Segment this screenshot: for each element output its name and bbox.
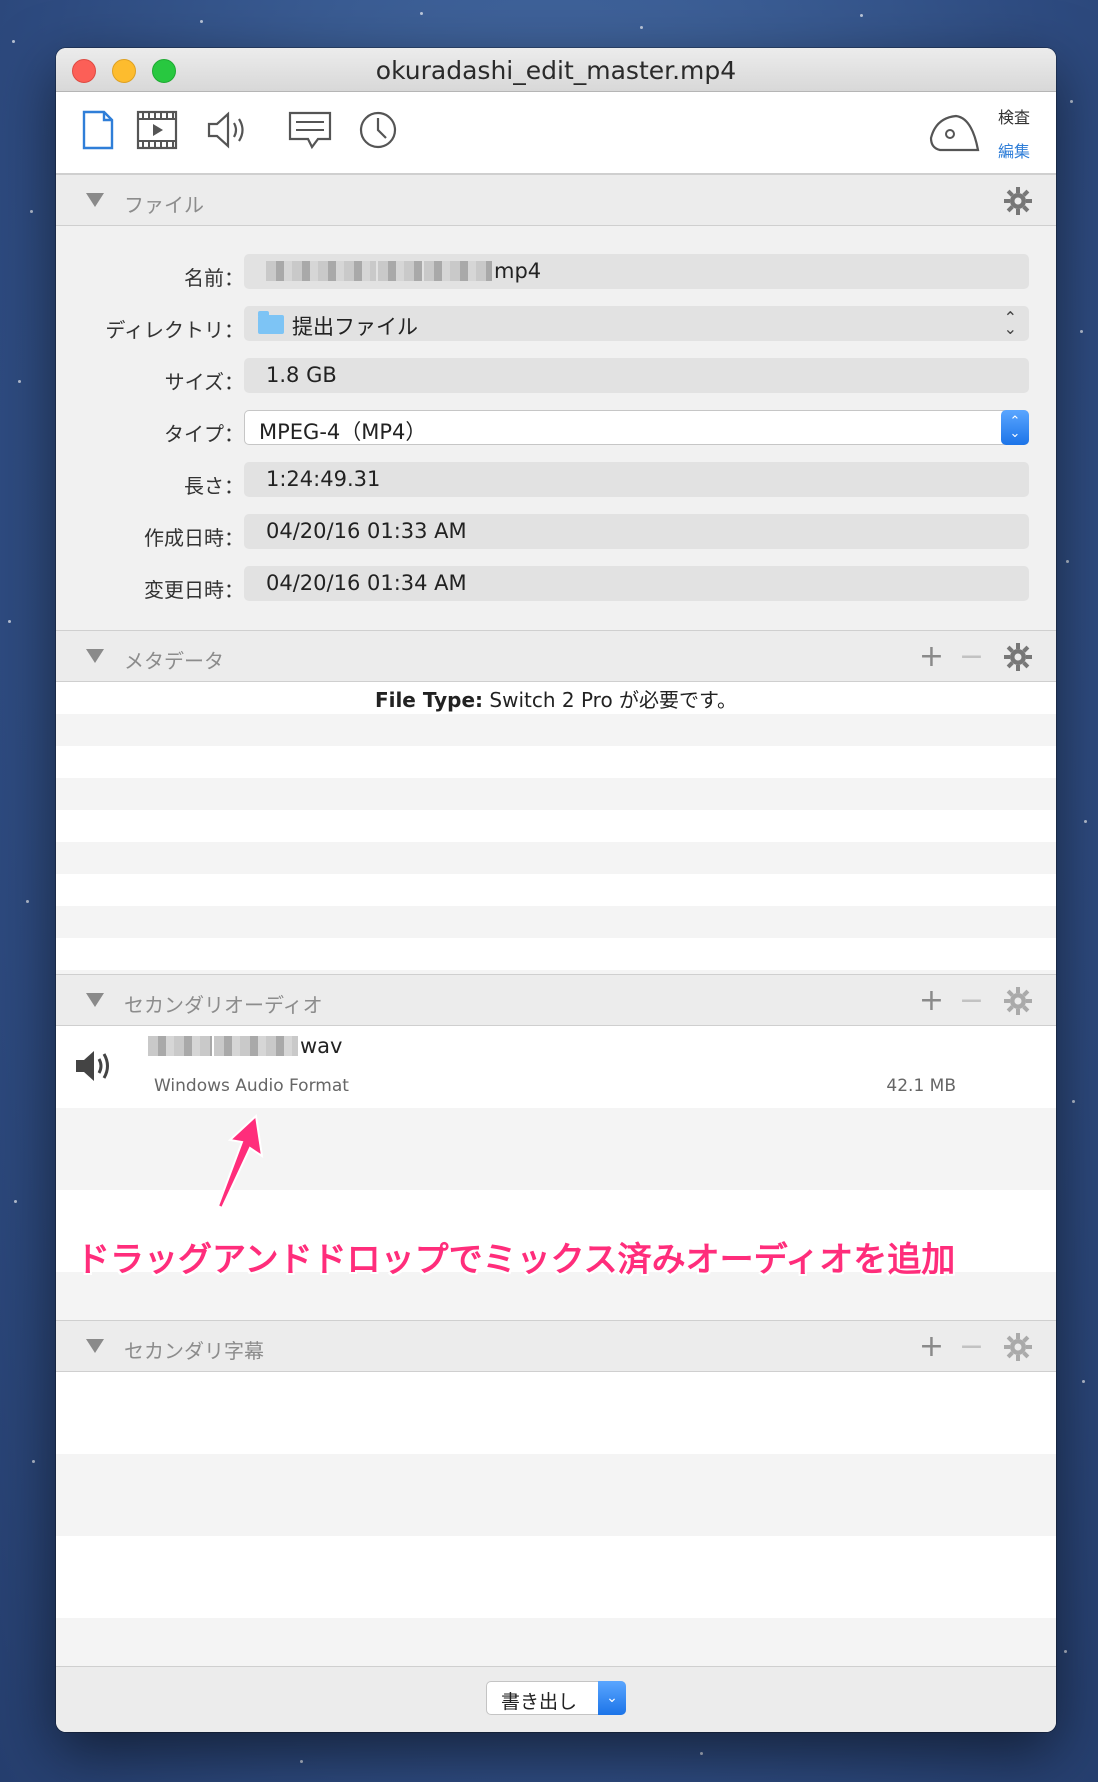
footer-bar: 書き出し ⌄ xyxy=(56,1666,1056,1732)
length-row: 長さ： 1:24:49.31 xyxy=(56,458,1056,510)
gear-icon[interactable] xyxy=(1004,987,1032,1019)
modified-row: 変更日時： 04/20/16 01:34 AM xyxy=(56,562,1056,614)
disclosure-triangle-icon[interactable] xyxy=(86,193,104,207)
secondary-audio-section-header[interactable]: セカンダリオーディオ + − xyxy=(56,974,1056,1026)
length-value: 1:24:49.31 xyxy=(244,462,1029,497)
gear-icon[interactable] xyxy=(1004,187,1032,219)
inspector-window: okuradashi_edit_master.mp4 検査 編集 ファイル 名前… xyxy=(56,48,1056,1732)
audio-file-size: 42.1 MB xyxy=(886,1076,956,1096)
disclosure-triangle-icon[interactable] xyxy=(86,993,104,1007)
created-row: 作成日時： 04/20/16 01:33 AM xyxy=(56,510,1056,562)
name-label: 名前： xyxy=(184,266,244,290)
audio-file-format: Windows Audio Format xyxy=(154,1076,349,1096)
gear-icon[interactable] xyxy=(1004,643,1032,675)
inspect-tab[interactable]: 検査 xyxy=(998,104,1030,128)
gear-icon[interactable] xyxy=(1004,1333,1032,1365)
toolbar: 検査 編集 xyxy=(56,92,1056,174)
add-button[interactable]: + xyxy=(919,642,944,672)
name-field[interactable]: mp4 xyxy=(244,254,1029,289)
file-info-panel: 名前： mp4 ディレクトリ： 提出ファイル ⌃ ⌄ サイズ： 1.8 GB タイ… xyxy=(56,226,1056,630)
remove-button[interactable]: − xyxy=(959,642,984,672)
file-type-row: File Type: Switch 2 Pro が必要です。 xyxy=(56,684,1056,713)
directory-popup[interactable]: 提出ファイル ⌃ ⌄ xyxy=(244,306,1029,341)
chevron-down-icon[interactable]: ⌄ xyxy=(598,1681,626,1715)
created-label: 作成日時： xyxy=(144,526,244,550)
title-bar: okuradashi_edit_master.mp4 xyxy=(56,48,1056,92)
edit-tab[interactable]: 編集 xyxy=(998,138,1030,162)
add-button[interactable]: + xyxy=(919,986,944,1016)
film-icon[interactable] xyxy=(136,110,178,154)
redacted-text xyxy=(424,261,492,281)
directory-label: ディレクトリ： xyxy=(105,318,244,342)
directory-value: 提出ファイル xyxy=(292,315,418,339)
file-type-value: Switch 2 Pro が必要です。 xyxy=(489,688,738,712)
name-row: 名前： mp4 xyxy=(56,250,1056,302)
secondary-audio-section-title: セカンダリオーディオ xyxy=(124,993,323,1017)
name-value: mp4 xyxy=(494,259,542,283)
redacted-text xyxy=(378,261,422,281)
size-value: 1.8 GB xyxy=(244,358,1029,393)
modified-label: 変更日時： xyxy=(144,578,244,602)
folder-icon xyxy=(258,311,284,334)
metadata-section-title: メタデータ xyxy=(124,649,224,673)
export-button[interactable]: 書き出し ⌄ xyxy=(486,1681,626,1715)
popup-chevron-icon[interactable]: ⌃ ⌄ xyxy=(1001,410,1029,445)
secondary-subtitle-section-title: セカンダリ字幕 xyxy=(124,1339,264,1363)
clock-icon[interactable] xyxy=(358,110,398,154)
remove-button[interactable]: − xyxy=(959,986,984,1016)
file-type-label: File Type: xyxy=(374,688,484,712)
add-button[interactable]: + xyxy=(919,1332,944,1362)
subtitle-icon[interactable] xyxy=(288,110,332,154)
length-label: 長さ： xyxy=(184,474,244,498)
remove-button[interactable]: − xyxy=(959,1332,984,1362)
disclosure-triangle-icon[interactable] xyxy=(86,1339,104,1353)
export-label: 書き出し xyxy=(501,1691,578,1713)
file-section-title: ファイル xyxy=(124,193,204,217)
redacted-text xyxy=(214,1036,298,1056)
type-value: MPEG-4（MP4） xyxy=(259,420,427,444)
inspect-eye-icon[interactable] xyxy=(928,112,982,158)
directory-row: ディレクトリ： 提出ファイル ⌃ ⌄ xyxy=(56,302,1056,354)
document-icon[interactable] xyxy=(82,110,114,154)
metadata-list: File Type: Switch 2 Pro が必要です。 xyxy=(56,682,1056,974)
redacted-text xyxy=(148,1036,212,1056)
audio-file-name: wav xyxy=(148,1034,342,1058)
list-item[interactable]: wav Windows Audio Format 42.1 MB xyxy=(56,1026,1056,1108)
disclosure-triangle-icon[interactable] xyxy=(86,649,104,663)
speaker-icon xyxy=(74,1048,116,1088)
annotation-arrow-icon xyxy=(216,1112,266,1216)
file-section-header[interactable]: ファイル xyxy=(56,174,1056,226)
redacted-text xyxy=(266,261,376,281)
window-title: okuradashi_edit_master.mp4 xyxy=(375,56,737,85)
secondary-subtitle-section-header[interactable]: セカンダリ字幕 + − xyxy=(56,1320,1056,1372)
type-popup[interactable]: MPEG-4（MP4） ⌃ ⌄ xyxy=(244,410,1029,445)
annotation-text: ドラッグアンドドロップでミックス済みオーディオを追加 xyxy=(76,1240,956,1280)
modified-value: 04/20/16 01:34 AM xyxy=(244,566,1029,601)
secondary-subtitle-list xyxy=(56,1372,1056,1666)
size-row: サイズ： 1.8 GB xyxy=(56,354,1056,406)
secondary-audio-list: wav Windows Audio Format 42.1 MB ドラッグアンド… xyxy=(56,1026,1056,1320)
mode-switch: 検査 編集 xyxy=(998,104,1030,162)
metadata-section-header[interactable]: メタデータ + − xyxy=(56,630,1056,682)
speaker-icon[interactable] xyxy=(206,110,252,154)
type-row: タイプ： MPEG-4（MP4） ⌃ ⌄ xyxy=(56,406,1056,458)
size-label: サイズ： xyxy=(164,370,244,394)
up-down-chevron-icon: ⌃ ⌄ xyxy=(1003,308,1017,338)
type-label: タイプ： xyxy=(164,422,244,446)
audio-file-ext: wav xyxy=(300,1034,343,1058)
created-value: 04/20/16 01:33 AM xyxy=(244,514,1029,549)
